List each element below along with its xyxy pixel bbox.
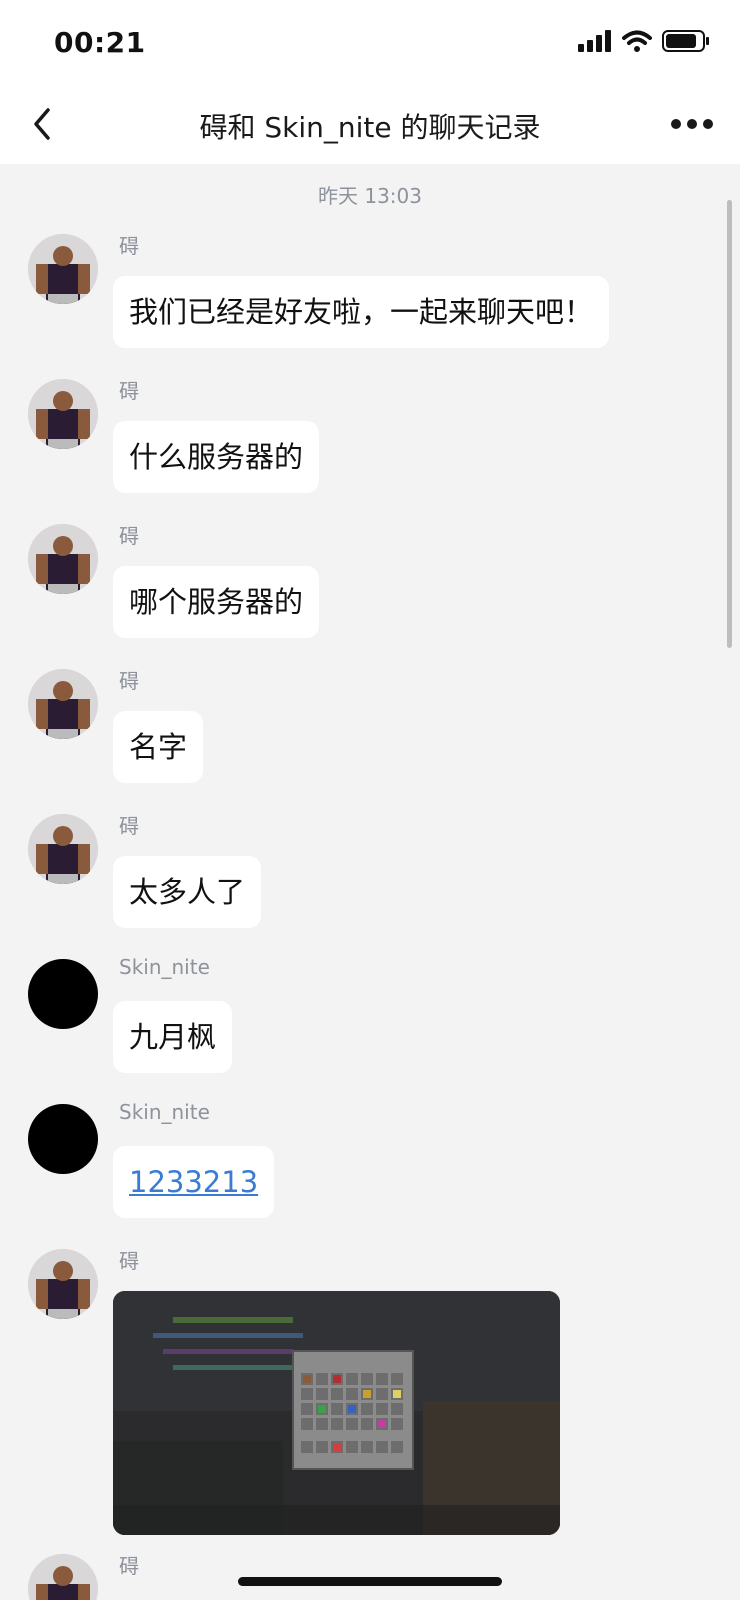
muscle-man-avatar[interactable]: [28, 1249, 98, 1319]
message-bubble[interactable]: 什么服务器的: [113, 421, 320, 493]
wifi-icon: [622, 30, 652, 52]
message-bubble[interactable]: 九月枫: [113, 1001, 233, 1073]
sender-name: Skin_nite: [119, 955, 210, 979]
battery-icon: [662, 30, 709, 52]
sender-name: 碍: [119, 524, 139, 548]
signal-icon: [578, 30, 611, 52]
message-bubble: 1233213: [113, 1146, 275, 1218]
sender-name: 碍: [119, 1249, 139, 1273]
message-bubble[interactable]: 太多人了: [113, 856, 262, 928]
minecraft-inventory-screenshot[interactable]: [113, 1291, 560, 1535]
more-dots-icon[interactable]: [670, 114, 714, 134]
chat-timestamp: 昨天 13:03: [318, 184, 422, 208]
nav-bar: 碍和 Skin_nite 的聊天记录: [0, 86, 740, 164]
page-title: 碍和 Skin_nite 的聊天记录: [199, 111, 541, 144]
muscle-man-avatar[interactable]: [28, 1554, 98, 1600]
sender-name: 碍: [119, 814, 139, 838]
sender-name: 碍: [119, 669, 139, 693]
chat-history[interactable]: 昨天 13:03 碍 我们已经是好友啦，一起来聊天吧！ 碍 什么服务器的 碍 哪…: [0, 164, 740, 1600]
muscle-man-avatar[interactable]: [28, 524, 98, 594]
muscle-man-avatar[interactable]: [28, 669, 98, 739]
black-avatar[interactable]: [28, 1104, 98, 1174]
message-link[interactable]: 1233213: [129, 1165, 258, 1199]
sender-name: 碍: [119, 234, 139, 258]
message-bubble[interactable]: 名字: [113, 711, 204, 783]
sender-name: Skin_nite: [119, 1100, 210, 1124]
home-indicator[interactable]: [238, 1577, 502, 1586]
message-bubble[interactable]: 哪个服务器的: [113, 566, 320, 638]
sender-name: 碍: [119, 1554, 139, 1578]
status-time: 00:21: [54, 26, 146, 59]
scrollbar[interactable]: [727, 200, 732, 648]
muscle-man-avatar[interactable]: [28, 379, 98, 449]
sender-name: 碍: [119, 379, 139, 403]
black-avatar[interactable]: [28, 959, 98, 1029]
status-bar: 00:21: [0, 0, 740, 86]
muscle-man-avatar[interactable]: [28, 234, 98, 304]
status-icons: [578, 30, 710, 52]
muscle-man-avatar[interactable]: [28, 814, 98, 884]
message-bubble[interactable]: 我们已经是好友啦，一起来聊天吧！: [113, 276, 610, 348]
